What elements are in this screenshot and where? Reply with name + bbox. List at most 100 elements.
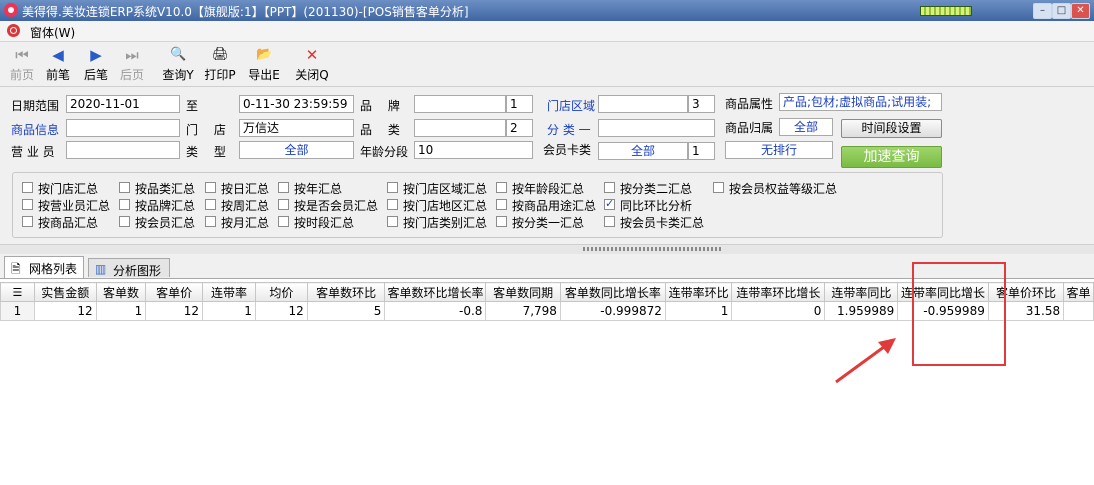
age-segment-input[interactable]: 10 [414,141,533,159]
salesman-input[interactable] [66,141,180,159]
category-input[interactable] [414,119,506,137]
grid-corner-cell[interactable]: ☰ [0,282,35,302]
column-header[interactable]: 客单数同比增长率 [559,282,666,302]
member-card-count: 1 [688,142,715,160]
table-cell[interactable]: 12 [33,301,97,321]
checkbox-icon[interactable] [205,216,216,227]
tab-analysis-chart[interactable]: ▥ 分析图形 [88,258,170,278]
table-cell[interactable]: 1.959989 [824,301,899,321]
quick-query-button[interactable]: 加速查询 [841,146,942,168]
checkbox-icon[interactable] [119,199,130,210]
checkbox-icon[interactable] [387,216,398,227]
checkbox-icon[interactable] [387,199,398,210]
export-button[interactable]: 📂 导出E [244,42,284,86]
brand-input[interactable] [414,95,506,113]
menu-window[interactable]: 窗体(W) [30,24,75,41]
print-button[interactable]: 🖨 打印P [200,42,240,86]
checkbox-icon[interactable] [387,182,398,193]
table-cell[interactable]: -0.8 [384,301,487,321]
last-page-button[interactable]: ⏭ 后页 [112,42,152,86]
close-window-button[interactable]: ✕ [1071,3,1090,19]
column-header[interactable]: 客单数 [95,282,147,302]
option-label: 按会员汇总 [135,216,196,230]
last-page-icon: ⏭ [125,46,139,64]
option-label: 按门店汇总 [38,182,99,196]
column-header[interactable]: 客单价 [145,282,204,302]
table-cell[interactable]: 1 [664,301,733,321]
first-page-icon: ⏮ [15,46,29,64]
tab-grid-list[interactable]: 🗎 网格列表 [4,256,84,278]
class1-input[interactable] [598,119,715,137]
column-header[interactable]: 连带率环比 [664,282,733,302]
row-number[interactable]: 1 [0,301,35,321]
product-owner-label: 商品归属 [725,121,774,135]
column-header[interactable]: 客单数同期 [485,282,561,302]
member-card-select[interactable]: 全部 [598,142,688,160]
class1-label[interactable]: 分 类 一 [547,121,591,138]
checkbox-icon[interactable] [278,182,289,193]
checkbox-icon[interactable] [278,216,289,227]
checkbox-icon[interactable] [22,199,33,210]
column-header[interactable]: 均价 [254,282,308,302]
option-label: 按门店类别汇总 [403,216,488,230]
export-label: 导出E [248,68,280,82]
checkbox-icon[interactable] [205,182,216,193]
checkbox-icon[interactable] [119,216,130,227]
table-cell[interactable]: 1 [95,301,147,321]
product-info-label[interactable]: 商品信息 [11,121,59,138]
maximize-button[interactable]: □ [1052,3,1071,19]
checkbox-icon[interactable] [22,216,33,227]
product-info-input[interactable] [66,119,180,137]
table-cell[interactable]: 0 [731,301,826,321]
column-header[interactable]: 实售金额 [33,282,97,302]
column-header[interactable]: 客单数环比增长率 [384,282,487,302]
checkbox-icon[interactable] [119,182,130,193]
table-cell[interactable]: -0.999872 [559,301,666,321]
close-button[interactable]: ✕ 关闭Q [292,42,332,86]
table-cell[interactable]: 12 [145,301,204,321]
checkbox-icon[interactable] [278,199,289,210]
close-icon: ✕ [305,46,319,64]
option-label: 按会员卡类汇总 [620,216,705,230]
query-button[interactable]: 🔍 查询Y [158,42,198,86]
store-area-input[interactable] [598,95,688,113]
option-label: 按分类一汇总 [512,216,585,230]
checkbox-icon[interactable] [713,182,724,193]
progress-indicator [920,6,972,16]
checkbox-icon[interactable] [205,199,216,210]
type-select[interactable]: 全部 [239,141,354,159]
bar-chart-icon: ▥ [95,262,107,276]
column-header[interactable]: 连带率环比增长 [731,282,826,302]
panel-splitter[interactable] [0,244,1094,254]
table-cell[interactable]: 5 [306,301,386,321]
checkbox-icon[interactable] [496,182,507,193]
minimize-button[interactable]: – [1033,3,1052,19]
date-to-input[interactable]: 0-11-30 23:59:59 [239,95,354,113]
product-attr-input[interactable]: 产品;包材;虚拟商品;试用装; [779,93,942,111]
checkbox-icon[interactable] [496,216,507,227]
red-highlight-box [912,262,1006,366]
checkbox-icon[interactable] [604,216,615,227]
column-header[interactable]: 连带率同比 [824,282,899,302]
store-input[interactable]: 万信达 [239,119,354,137]
option-label: 按是否会员汇总 [294,199,379,213]
checkbox-icon[interactable] [604,182,615,193]
previous-arrow-icon: ◀ [52,46,64,64]
checkbox-checked-icon[interactable] [604,197,615,210]
table-cell[interactable]: 12 [254,301,308,321]
column-header[interactable]: 客单数环比 [306,282,386,302]
table-cell[interactable]: 1 [202,301,256,321]
checkbox-icon[interactable] [496,199,507,210]
column-header[interactable]: 连带率 [202,282,256,302]
store-area-label[interactable]: 门店区域 [547,97,595,114]
checkbox-icon[interactable] [22,182,33,193]
table-cell[interactable] [1063,301,1094,321]
column-header[interactable]: 客单 [1063,282,1094,302]
splitter-grip[interactable] [583,247,723,251]
time-period-button[interactable]: 时间段设置 [841,119,942,138]
ranking-select[interactable]: 无排行 [725,141,833,159]
table-cell[interactable]: 7,798 [485,301,561,321]
date-from-input[interactable]: 2020-11-01 [66,95,180,113]
member-card-label: 会员卡类 [543,143,592,157]
product-owner-select[interactable]: 全部 [779,118,833,136]
